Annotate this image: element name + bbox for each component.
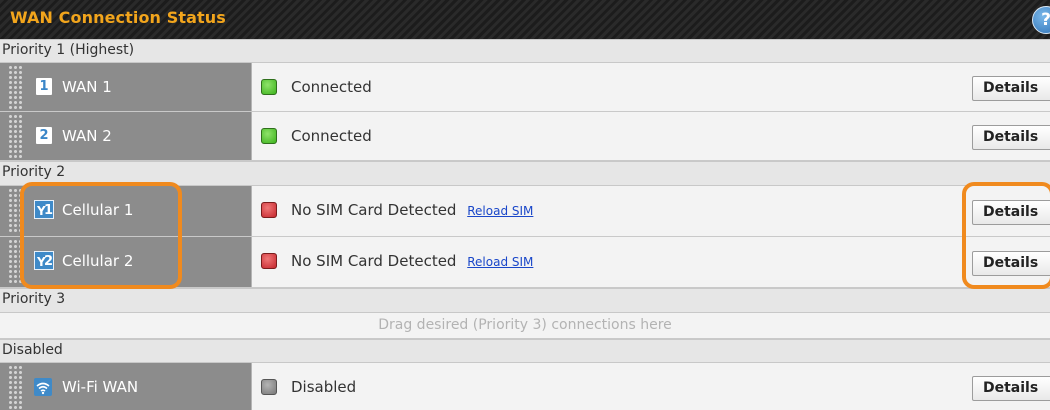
wifi-wan-cell[interactable]: Wi-Fi WAN [0,363,252,410]
highlight-details-buttons [962,182,1050,289]
wifi-icon [34,378,52,396]
status-text: Connected [291,127,372,145]
reload-sim-link[interactable]: Reload SIM [467,204,533,218]
details-button[interactable]: Details [972,376,1050,401]
wan-number-icon: 2 [36,127,52,144]
connection-status: Disabled [261,377,357,397]
status-indicator-icon [261,379,277,395]
details-button[interactable]: Details [972,125,1050,150]
connection-row-wifi-wan: Wi-Fi WAN Disabled Details [0,363,1050,410]
disabled-label: Disabled [0,339,1050,363]
connection-status: Connected [261,77,372,97]
status-indicator-icon [261,128,277,144]
status-indicator-icon [261,79,277,95]
status-text: Disabled [291,378,357,396]
help-icon[interactable]: ? [1032,6,1050,34]
priority-1-label: Priority 1 (Highest) [0,39,1050,63]
wan-number-icon: 1 [36,78,52,95]
drag-handle-icon[interactable] [8,65,22,109]
connection-status: No SIM Card Detected Reload SIM [261,200,533,221]
reload-sim-link[interactable]: Reload SIM [467,255,533,269]
status-indicator-icon [261,202,277,218]
connection-status: Connected [261,126,372,146]
details-button[interactable]: Details [972,76,1050,101]
drag-handle-icon[interactable] [8,365,22,409]
wan-name[interactable]: Wi-Fi WAN [62,378,138,396]
connection-status: No SIM Card Detected Reload SIM [261,251,533,272]
status-text: No SIM Card Detected [291,201,457,219]
panel-header: WAN Connection Status ? [0,0,1050,39]
priority-3-label: Priority 3 [0,288,1050,313]
status-text: No SIM Card Detected [291,252,457,270]
wan-name[interactable]: WAN 2 [62,127,112,145]
connection-row-wan-2: 2 WAN 2 Connected Details [0,112,1050,161]
priority-3-dropzone[interactable]: Drag desired (Priority 3) connections he… [0,313,1050,339]
status-text: Connected [291,78,372,96]
drag-handle-icon[interactable] [8,114,22,158]
panel-title: WAN Connection Status [10,8,226,27]
wan-connection-status-panel: WAN Connection Status ? Priority 1 (High… [0,0,1050,410]
connection-row-wan-1: 1 WAN 1 Connected Details [0,63,1050,112]
wan-1-cell[interactable]: 1 WAN 1 [0,63,252,111]
wan-name[interactable]: WAN 1 [62,78,112,96]
wan-2-cell[interactable]: 2 WAN 2 [0,112,252,160]
highlight-cellular-names [20,182,182,289]
status-indicator-icon [261,253,277,269]
